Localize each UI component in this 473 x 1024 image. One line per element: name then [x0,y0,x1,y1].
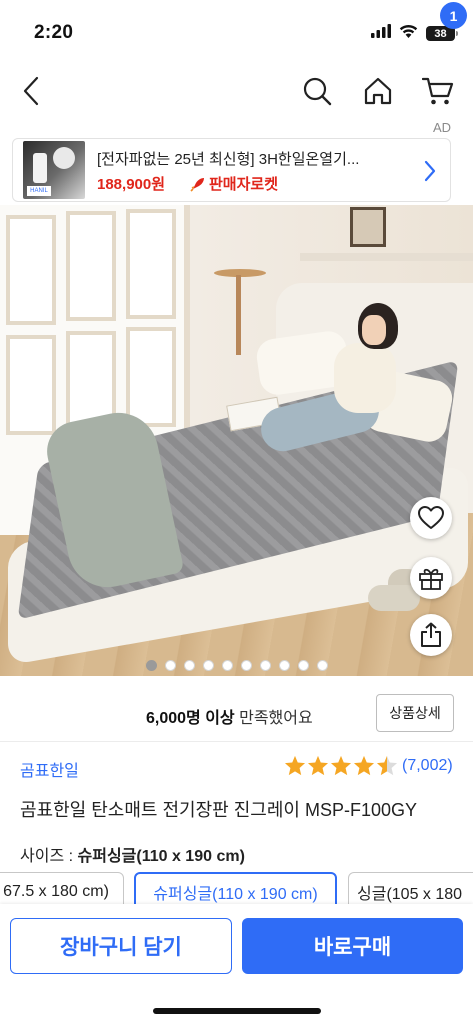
star-icon [353,755,375,781]
chevron-left-icon [23,76,39,106]
gallery-dot[interactable] [202,660,214,671]
gallery-pagination[interactable] [0,660,473,674]
status-time: 2:20 [34,22,74,43]
home-icon [364,77,392,105]
star-icon [307,755,329,781]
wifi-icon [399,24,418,43]
selected-size: 슈퍼싱글(110 x 190 cm) [77,848,245,865]
rocket-icon [190,177,204,192]
ad-label: AD [432,120,451,135]
share-icon [421,622,441,647]
cart-count-badge: 1 [440,2,467,29]
heart-icon [418,506,444,529]
gallery-dot[interactable] [240,660,252,671]
satisfaction-text: 6,000명 이상 만족했어요 [146,704,313,728]
home-button[interactable] [359,72,397,110]
nav-bar [0,62,473,120]
ad-thumbnail: HANIL [23,141,85,199]
gallery-dot[interactable] [316,660,328,671]
ad-thumb-brand: HANIL [27,186,51,196]
gallery-dot[interactable] [164,660,176,671]
ad-price: 188,900원 [97,176,166,193]
add-to-cart-button[interactable]: 장바구니 담기 [10,918,232,974]
buy-now-button[interactable]: 바로구매 [242,918,463,974]
brand-link[interactable]: 곰표한일 [20,757,79,781]
gift-icon [419,568,443,590]
wishlist-button[interactable] [410,497,452,539]
star-icon [284,755,306,781]
ad-banner[interactable]: HANIL [전자파없는 25년 최신형] 3H한일온열기... 188,900… [12,138,451,202]
gallery-dot[interactable] [259,660,271,671]
chevron-right-icon [420,157,440,185]
search-icon [303,77,332,106]
product-title: 곰표한일 탄소매트 전기장판 진그레이 MSP-F100GY [20,800,417,820]
satisfaction-suffix: 만족했어요 [239,710,313,727]
product-image[interactable] [0,205,473,676]
delivery-badge-label: 판매자로켓 [209,176,279,193]
gallery-dot[interactable] [297,660,309,671]
back-button[interactable] [14,72,48,110]
delivery-badge: 판매자로켓 [190,173,278,194]
home-indicator [153,1008,321,1014]
share-button[interactable] [410,614,452,656]
rating-stars [284,755,398,781]
cart-icon [422,77,454,105]
gallery-dot[interactable] [145,660,157,671]
size-label-prefix: 사이즈 : [20,848,78,865]
divider [0,741,473,742]
search-button[interactable] [298,72,336,110]
gallery-dot[interactable] [221,660,233,671]
status-bar: 2:20 38 [0,0,473,62]
review-count-link[interactable]: (7,002) [402,757,453,775]
gift-button[interactable] [410,557,452,599]
satisfaction-count: 6,000명 이상 [146,710,235,727]
cart-button[interactable] [418,72,458,110]
ad-title: [전자파없는 25년 최신형] 3H한일온열기... [97,151,360,168]
signal-icon [371,24,391,43]
gallery-dot[interactable] [278,660,290,671]
star-icon [330,755,352,781]
product-detail-button[interactable]: 상품상세 [376,694,454,732]
gallery-dot[interactable] [183,660,195,671]
bottom-action-bar: 장바구니 담기 바로구매 [0,904,473,1024]
status-icons: 38 [371,24,458,43]
star-icon [376,755,398,781]
size-label: 사이즈 : 슈퍼싱글(110 x 190 cm) [20,842,245,866]
